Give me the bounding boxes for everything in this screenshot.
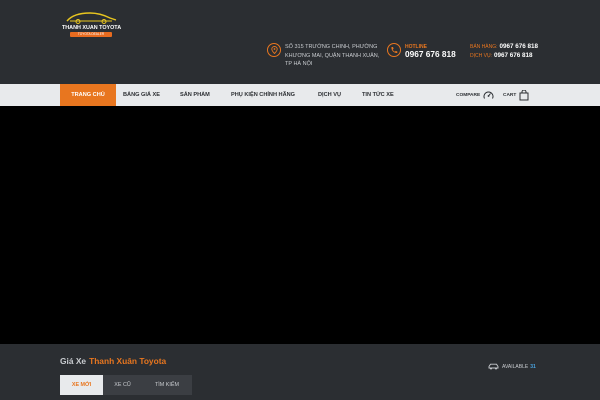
inventory-section: Giá Xe Thanh Xuân Toyota AVAILABLE 31 XE M…: [0, 344, 600, 400]
car-logo-icon: [66, 12, 117, 24]
sales-label: BÁN HÀNG:: [470, 44, 498, 50]
brand-name: THANH XUAN TOYOTA: [62, 25, 122, 31]
tab-new-cars[interactable]: XE MỚI: [60, 375, 103, 395]
inventory-title-highlight: Thanh Xuân Toyota: [89, 356, 167, 366]
brand-logo[interactable]: THANH XUAN TOYOTA TOYOTA DEALER: [62, 10, 122, 38]
compare-button[interactable]: COMPARE: [456, 84, 494, 106]
tab-used-cars[interactable]: XE CŨ: [103, 375, 142, 395]
location-pin-icon: [267, 43, 281, 57]
address-text: SỐ 315 TRƯỜNG CHINH, PHƯỜNG KHƯƠNG MAI, …: [285, 44, 380, 67]
available-number: 31: [530, 363, 536, 370]
service-number[interactable]: 0967 676 818: [494, 52, 533, 59]
cart-label: CART: [503, 92, 517, 98]
available-label: AVAILABLE: [502, 363, 529, 370]
phone-icon: [387, 43, 401, 57]
tab-search[interactable]: TÌM KIẾM: [142, 375, 192, 395]
available-count: AVAILABLE 31: [488, 363, 536, 370]
page: THANH XUAN TOYOTA TOYOTA DEALER SỐ 315 T…: [0, 0, 600, 400]
inventory-title: Giá Xe Thanh Xuân Toyota: [60, 356, 166, 366]
nav-item-news[interactable]: TIN TỨC XE: [362, 84, 394, 106]
hero-slider[interactable]: [0, 106, 600, 344]
shopping-bag-icon: [519, 89, 529, 100]
brand-subtitle: TOYOTA DEALER: [70, 32, 112, 37]
service-contact: DỊCH VỤ: 0967 676 818: [470, 52, 532, 59]
nav-item-services[interactable]: DỊCH VỤ: [318, 84, 341, 106]
nav-item-accessories[interactable]: PHỤ KIỆN CHÍNH HÃNG: [231, 84, 295, 106]
nav-item-products[interactable]: SẢN PHẨM: [180, 84, 210, 106]
compare-label: COMPARE: [456, 92, 481, 98]
site-header: THANH XUAN TOYOTA TOYOTA DEALER SỐ 315 T…: [0, 0, 600, 84]
cart-button[interactable]: CART: [503, 84, 529, 106]
nav-item-home[interactable]: TRANG CHỦ: [60, 84, 116, 106]
hotline-number[interactable]: 0967 676 818: [405, 49, 456, 59]
car-icon: [488, 363, 499, 370]
sales-contact: BÁN HÀNG: 0967 676 818: [470, 43, 538, 50]
service-label: DỊCH VỤ:: [470, 53, 492, 59]
speedometer-icon: [483, 91, 494, 99]
sales-number[interactable]: 0967 676 818: [500, 43, 539, 50]
main-nav: TRANG CHỦ BẢNG GIÁ XE SẢN PHẨM PHỤ KIỆN …: [0, 84, 600, 106]
nav-item-price-list[interactable]: BẢNG GIÁ XE: [123, 84, 160, 106]
inventory-title-prefix: Giá Xe: [60, 356, 87, 366]
